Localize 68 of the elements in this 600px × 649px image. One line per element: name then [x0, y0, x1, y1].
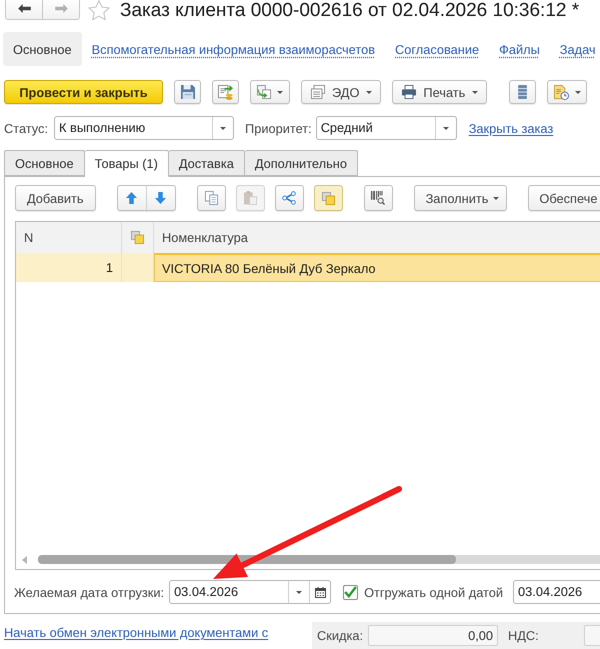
tab[interactable]: Товары (1) [84, 150, 169, 177]
left-arrow-icon [18, 4, 30, 12]
status-field[interactable]: К выполнению [54, 116, 234, 140]
window-title: Заказ клиента 0000-002616 от 02.04.2026 10:36:12 * [120, 0, 580, 22]
field-label: Приоритет: [245, 120, 312, 136]
section-link[interactable]: Файлы [489, 32, 550, 66]
list-icon [518, 85, 528, 99]
caret-icon [442, 126, 449, 130]
back-button[interactable] [5, 0, 43, 20]
menu-button[interactable]: Печать [392, 80, 488, 104]
document-stack-icon [311, 85, 325, 99]
move-up-button[interactable] [116, 185, 147, 211]
scroll-left-icon[interactable] [22, 556, 27, 564]
primary-button[interactable]: Провести и закрыть [4, 80, 163, 104]
save-icon [180, 85, 194, 99]
section-link[interactable]: Основное [3, 32, 82, 66]
caret-icon [574, 90, 581, 94]
caret-icon [493, 196, 500, 200]
check-icon [344, 586, 358, 598]
field-label: Желаемая дата отгрузки: [14, 584, 164, 600]
date-field[interactable]: 03.04.2026 [513, 580, 600, 604]
table-row[interactable]: 1 VICTORIA 80 Белёный Дуб Зеркало [16, 253, 600, 282]
caret-icon [366, 90, 372, 94]
star-icon[interactable] [88, 0, 110, 21]
field-label: НДС: [508, 628, 539, 643]
document-clock-icon [554, 84, 569, 100]
tab[interactable]: Основное [4, 150, 85, 176]
printer-icon [402, 85, 416, 99]
caret-icon [220, 126, 226, 130]
nodes-icon [282, 191, 296, 205]
field-label: Скидка: [317, 628, 364, 643]
section-link[interactable]: Согласование [385, 32, 490, 66]
tab[interactable]: Дополнительно [244, 150, 358, 176]
move-down-button[interactable] [146, 185, 176, 211]
documents-arrow-icon [257, 85, 271, 99]
toolbar-button[interactable]: Заполнить [414, 185, 508, 211]
barcode-magnifier-icon [371, 191, 386, 205]
calendar-icon [314, 586, 326, 598]
overlapping-squares-icon [131, 231, 144, 244]
menu-button[interactable]: ЭДО [301, 80, 382, 104]
section-link[interactable]: Задач [550, 32, 600, 66]
close-order-link[interactable]: Закрыть заказ [468, 120, 554, 136]
clipboard-icon [244, 191, 257, 205]
down-arrow-icon [155, 192, 166, 204]
priority-field[interactable]: Средний [316, 116, 457, 140]
edi-exchange-link[interactable]: Начать обмен электронными документами с [4, 625, 268, 641]
toolbar-button[interactable]: Добавить [15, 185, 96, 211]
checkbox-label[interactable]: Отгружать одной датой [364, 584, 504, 600]
copy-icon [204, 191, 218, 205]
table-cell: 1 [16, 253, 122, 282]
tab[interactable]: Доставка [168, 150, 245, 176]
scrollbar-thumb[interactable] [38, 555, 456, 564]
document-arrow-icon [218, 84, 233, 100]
caret-icon [277, 90, 283, 94]
amount-field: 0,00 [368, 625, 498, 646]
date-field[interactable]: 03.04.2026 [169, 580, 332, 604]
checkbox[interactable] [343, 584, 358, 600]
section-link[interactable]: Вспомогательная информация взаиморасчетов [82, 32, 386, 66]
up-arrow-icon [126, 192, 138, 204]
table-cell: VICTORIA 80 Белёный Дуб Зеркало [154, 253, 600, 282]
caret-icon [296, 590, 302, 594]
caret-icon [472, 90, 478, 94]
scrollbar-track[interactable] [38, 555, 600, 564]
toolbar-button[interactable]: Обеспече [528, 185, 600, 211]
toolbar-button[interactable] [364, 185, 393, 211]
right-arrow-icon [54, 4, 68, 12]
field-label: Статус: [4, 120, 48, 136]
overlapping-squares-icon [322, 192, 335, 204]
